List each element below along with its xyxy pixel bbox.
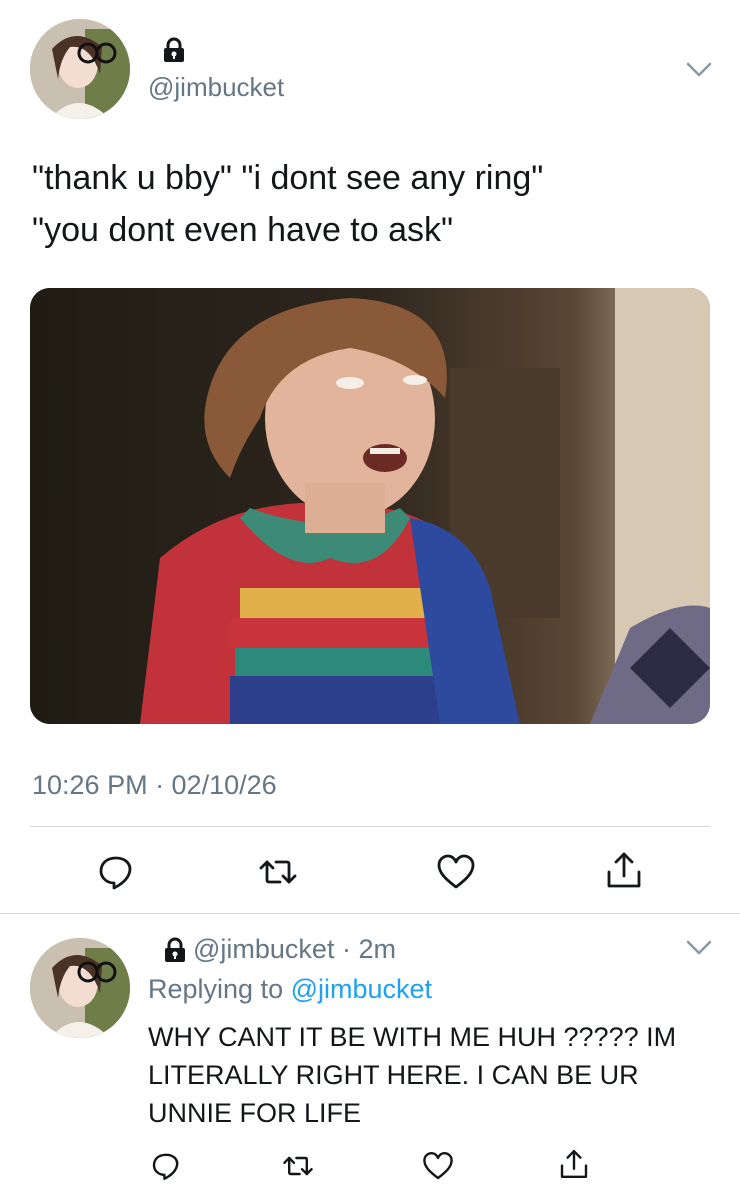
reply-handle[interactable]: @jimbucket · 2m: [193, 934, 396, 965]
reply-button[interactable]: [94, 850, 138, 894]
retweet-button[interactable]: [256, 850, 300, 894]
tweet-media-image[interactable]: [30, 288, 710, 724]
reply-icon: [99, 856, 132, 890]
share-button[interactable]: [556, 1146, 592, 1182]
reply-button[interactable]: [148, 1148, 184, 1184]
avatar-photo: [30, 938, 130, 1038]
replying-label: Replying to: [148, 974, 284, 1004]
divider: [30, 826, 710, 827]
lock-icon: [165, 937, 185, 962]
tweet-handle[interactable]: @jimbucket: [148, 72, 284, 103]
tweet-timestamp[interactable]: 10:26 PM · 02/10/26: [32, 770, 277, 801]
tweet-text-line: "you dont even have to ask": [32, 211, 454, 249]
avatar-photo: [30, 19, 130, 119]
retweet-icon: [283, 1156, 313, 1176]
replying-mention[interactable]: @jimbucket: [291, 974, 432, 1004]
retweet-button[interactable]: [280, 1148, 316, 1184]
like-button[interactable]: [420, 1148, 456, 1184]
replying-to: Replying to @jimbucket: [148, 974, 432, 1005]
tweet-text-line: "thank u bby" "i dont see any ring": [32, 159, 544, 197]
heart-icon: [423, 1152, 453, 1180]
share-icon: [607, 852, 641, 888]
reply-icon: [152, 1153, 179, 1180]
like-button[interactable]: [434, 850, 478, 894]
share-button[interactable]: [602, 848, 646, 892]
lock-icon: [164, 37, 184, 62]
chevron-down-icon[interactable]: [686, 940, 712, 956]
divider: [0, 913, 740, 914]
heart-icon: [437, 854, 475, 889]
tweet-text: "thank u bby" "i dont see any ring" "you…: [32, 152, 712, 256]
chevron-down-icon[interactable]: [686, 62, 712, 78]
retweet-icon: [259, 860, 297, 884]
share-icon: [560, 1150, 588, 1178]
media-photo: [30, 288, 710, 724]
avatar[interactable]: [30, 19, 130, 119]
reply-avatar[interactable]: [30, 938, 130, 1038]
reply-header: @jimbucket · 2m: [163, 934, 396, 965]
reply-text: WHY CANT IT BE WITH ME HUH ????? IM LITE…: [148, 1022, 677, 1128]
